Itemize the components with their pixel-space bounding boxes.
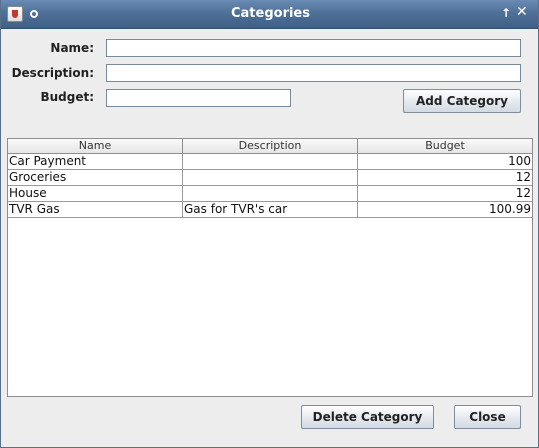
- column-header-name[interactable]: Name: [8, 139, 183, 153]
- table-row[interactable]: TVR Gas Gas for TVR's car 100.99: [8, 202, 532, 218]
- categories-window: Categories ↑ ✕ Name: Description: Budget…: [0, 0, 539, 448]
- cell-budget: 12: [515, 186, 531, 200]
- cell-name: Car Payment: [8, 154, 183, 169]
- cell-name: TVR Gas: [8, 202, 183, 217]
- categories-table[interactable]: Name Description Budget Car Payment 100 …: [7, 138, 533, 397]
- table-row[interactable]: Groceries 12: [8, 170, 532, 186]
- cell-budget: 100: [508, 154, 531, 168]
- column-header-budget[interactable]: Budget: [358, 139, 532, 153]
- cell-description: Gas for TVR's car: [183, 202, 358, 217]
- column-header-description[interactable]: Description: [183, 139, 358, 153]
- title-bar[interactable]: Categories ↑ ✕: [1, 0, 538, 29]
- cell-budget: 12: [515, 170, 531, 184]
- close-icon[interactable]: ✕: [516, 4, 528, 20]
- maximize-icon[interactable]: ↑: [501, 6, 511, 20]
- budget-field[interactable]: [106, 89, 291, 107]
- window-title: Categories: [230, 6, 310, 21]
- description-field[interactable]: [106, 64, 521, 82]
- table-row[interactable]: Car Payment 100: [8, 154, 532, 170]
- cell-name: Groceries: [8, 170, 183, 185]
- name-field[interactable]: [106, 39, 521, 57]
- cell-budget: 100.99: [489, 202, 531, 216]
- cell-description: [183, 170, 358, 185]
- table-header: Name Description Budget: [8, 139, 532, 154]
- close-button[interactable]: Close: [454, 405, 521, 429]
- cell-description: [183, 186, 358, 201]
- delete-category-button[interactable]: Delete Category: [301, 405, 434, 429]
- cell-name: House: [8, 186, 183, 201]
- budget-label: Budget:: [40, 90, 94, 104]
- cell-description: [183, 154, 358, 169]
- name-label: Name:: [50, 41, 94, 55]
- table-row[interactable]: House 12: [8, 186, 532, 202]
- add-category-button[interactable]: Add Category: [403, 89, 521, 113]
- description-label: Description:: [11, 66, 94, 80]
